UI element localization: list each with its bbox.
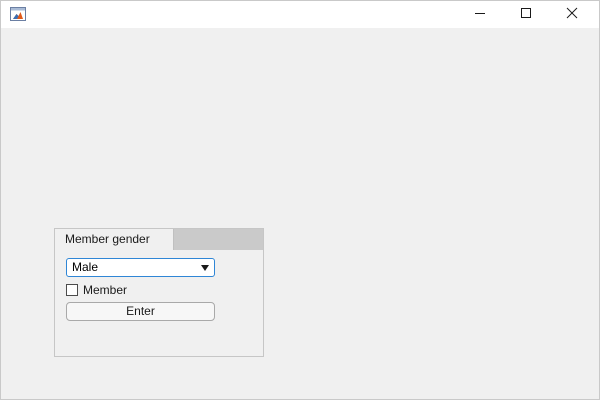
- matlab-icon: [10, 7, 26, 21]
- minimize-icon: [474, 6, 486, 24]
- maximize-icon: [520, 6, 532, 24]
- chevron-down-icon: [201, 265, 209, 271]
- member-checkbox-row[interactable]: Member: [66, 282, 127, 298]
- tab-member-gender[interactable]: Member gender: [55, 229, 174, 250]
- close-button[interactable]: [549, 1, 595, 28]
- member-checkbox[interactable]: [66, 284, 78, 296]
- member-tab-group: Member gender Male Member Enter: [54, 228, 264, 357]
- gender-dropdown[interactable]: Male: [66, 258, 215, 277]
- app-window: Member gender Male Member Enter: [0, 0, 600, 400]
- title-bar[interactable]: [1, 1, 599, 28]
- member-checkbox-label: Member: [83, 283, 128, 297]
- close-icon: [566, 6, 578, 24]
- minimize-button[interactable]: [457, 1, 503, 28]
- enter-button[interactable]: Enter: [66, 302, 215, 321]
- tab-strip: Member gender: [55, 229, 263, 250]
- maximize-button[interactable]: [503, 1, 549, 28]
- gender-dropdown-value: Male: [72, 260, 99, 274]
